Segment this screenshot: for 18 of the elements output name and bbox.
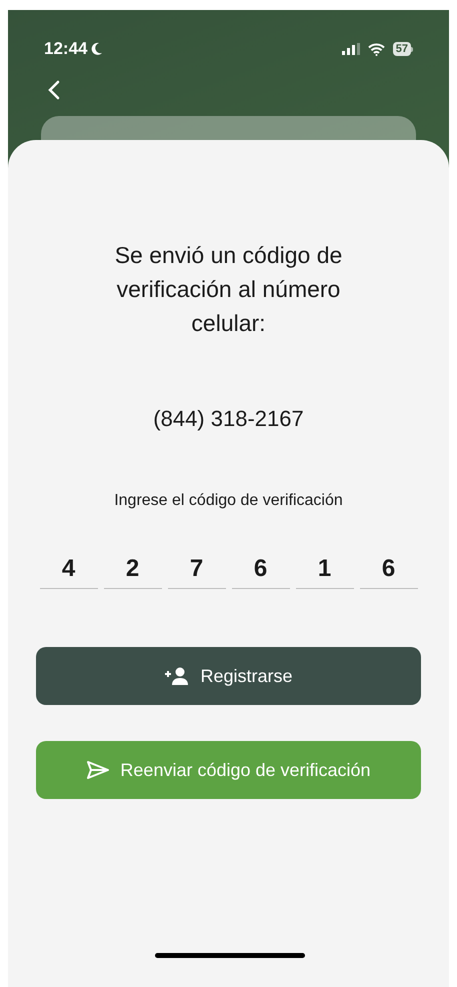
code-digit-field[interactable]: 6 <box>360 549 418 589</box>
status-time: 12:44 <box>44 38 88 60</box>
code-digit-field[interactable]: 4 <box>40 549 98 589</box>
instruction-text: Ingrese el código de verificación <box>114 491 343 511</box>
battery-icon: 57 <box>392 42 413 56</box>
wifi-icon <box>368 42 385 56</box>
signal-icon <box>342 43 360 55</box>
back-icon[interactable] <box>48 80 60 100</box>
code-digit-field[interactable]: 2 <box>104 549 162 589</box>
code-digit-field[interactable]: 6 <box>232 549 290 589</box>
message-text: Se envió un código de verificación al número celular: <box>114 241 344 338</box>
send-icon <box>86 760 110 780</box>
add-user-icon <box>164 667 190 685</box>
moon-icon <box>91 42 104 56</box>
phone-number: (844) 318-2167 <box>153 405 304 433</box>
code-digit-field[interactable]: 1 <box>296 549 354 589</box>
code-digit-field[interactable]: 7 <box>168 549 226 589</box>
register-button[interactable]: Registrarse <box>36 647 421 705</box>
